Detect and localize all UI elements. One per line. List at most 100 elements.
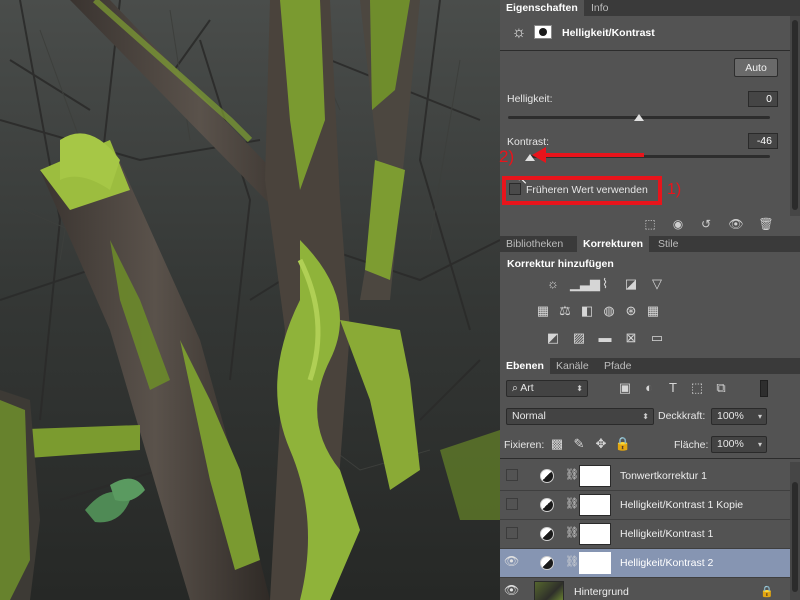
tab-eigenschaften[interactable]: Eigenschaften	[500, 0, 584, 16]
color-balance-icon[interactable]: ⚖	[556, 302, 574, 320]
layer-name[interactable]: Helligkeit/Kontrast 2	[620, 557, 713, 569]
brightness-input[interactable]: 0	[748, 91, 778, 107]
tab-stile[interactable]: Stile	[652, 236, 684, 252]
layers-tabbar: Ebenen Kanäle Pfade	[500, 358, 800, 374]
link-icon[interactable]: ⛓	[565, 526, 579, 539]
tab-bibliotheken[interactable]: Bibliotheken	[500, 236, 569, 252]
layer-mask-thumbnail[interactable]	[579, 465, 611, 487]
clip-to-layer-icon[interactable]: ⬚	[640, 214, 660, 234]
lock-transparent-icon[interactable]: ▩	[548, 435, 566, 453]
hue-saturation-icon[interactable]: ▦	[534, 302, 552, 320]
fill-label: Fläche:	[674, 439, 709, 451]
channel-mixer-icon[interactable]: ⊛	[622, 302, 640, 320]
vibrance-icon[interactable]: ▽	[648, 275, 666, 293]
dropdown-arrow-icon: ⬍	[576, 384, 583, 393]
layer-name[interactable]: Helligkeit/Kontrast 1	[620, 528, 713, 540]
visibility-toggle[interactable]	[506, 498, 518, 510]
lock-icon: 🔒	[760, 586, 774, 598]
layer-row[interactable]: ⛓ Tonwertkorrektur 1	[500, 462, 790, 491]
eye-icon[interactable]: 👁	[504, 554, 519, 568]
filter-smart-object-icon[interactable]: ⧉	[712, 379, 730, 397]
layer-row[interactable]: ⛓ Helligkeit/Kontrast 1 Kopie	[500, 491, 790, 520]
properties-scrollbar[interactable]	[790, 16, 800, 216]
filter-toggle[interactable]	[760, 380, 768, 397]
link-icon[interactable]: ⛓	[565, 555, 579, 568]
visibility-toggle[interactable]	[506, 527, 518, 539]
background-thumbnail[interactable]	[534, 581, 564, 600]
threshold-icon[interactable]: ▬	[596, 329, 614, 347]
auto-button[interactable]: Auto	[734, 58, 778, 77]
dropdown-arrow-icon: ▾	[757, 412, 762, 421]
invert-icon[interactable]: ◩	[544, 329, 562, 347]
annotation-arrowhead	[532, 147, 546, 163]
layer-row-selected[interactable]: 👁 ⛓ Helligkeit/Kontrast 2	[500, 549, 790, 578]
eye-icon[interactable]: 👁	[504, 583, 519, 597]
layer-mask-thumbnail[interactable]	[579, 494, 611, 516]
contrast-input[interactable]: -46	[748, 133, 778, 149]
posterize-icon[interactable]: ▨	[570, 329, 588, 347]
filter-adjustment-icon[interactable]: ◐	[640, 379, 658, 397]
adjustments-tabbar: Bibliotheken Korrekturen Stile	[500, 236, 800, 252]
reset-icon[interactable]: ↺	[696, 214, 716, 234]
photo-filter-icon[interactable]: ◍	[600, 302, 618, 320]
trash-icon[interactable]: 🗑	[756, 214, 776, 234]
properties-scroll-thumb[interactable]	[792, 20, 798, 210]
adjustment-title: Helligkeit/Kontrast	[562, 27, 655, 39]
annotation-arrow	[544, 153, 644, 157]
visibility-toggle[interactable]	[506, 469, 518, 481]
document-canvas[interactable]	[0, 0, 500, 600]
selective-color-icon[interactable]: ⊠	[622, 329, 640, 347]
layer-filter-select[interactable]: ⌕ Art ⬍	[506, 380, 588, 397]
tab-kanaele[interactable]: Kanäle	[550, 358, 595, 374]
gradient-map-icon[interactable]: ▭	[648, 329, 666, 347]
legacy-checkbox[interactable]	[509, 183, 521, 195]
adjustment-layer-icon	[540, 527, 554, 541]
tab-ebenen[interactable]: Ebenen	[500, 358, 550, 374]
layer-row[interactable]: 👁 Hintergrund 🔒	[500, 578, 790, 600]
black-white-icon[interactable]: ◧	[578, 302, 596, 320]
filter-pixel-icon[interactable]: ▣	[616, 379, 634, 397]
properties-toolbar: ⬚ ◉ ↺ 👁 🗑	[500, 214, 800, 234]
visibility-icon[interactable]: 👁	[726, 214, 746, 234]
brightness-label: Helligkeit:	[507, 93, 553, 105]
annotation-1: 1)	[667, 181, 682, 198]
brightness-slider-thumb[interactable]	[634, 114, 644, 121]
tab-info[interactable]: Info	[585, 0, 615, 16]
layer-mask-thumbnail[interactable]	[579, 523, 611, 545]
layers-scroll-thumb[interactable]	[792, 482, 798, 592]
tab-korrekturen[interactable]: Korrekturen	[577, 236, 650, 252]
layer-row[interactable]: ⛓ Helligkeit/Kontrast 1	[500, 520, 790, 549]
color-lookup-icon[interactable]: ▦	[644, 302, 662, 320]
filter-shape-icon[interactable]: ⬚	[688, 379, 706, 397]
layers-scrollbar[interactable]	[790, 462, 800, 600]
blend-mode-select[interactable]: Normal ⬍	[506, 408, 654, 425]
adjustment-layer-icon	[540, 498, 554, 512]
lock-label: Fixieren:	[504, 439, 545, 451]
adjustments-heading: Korrektur hinzufügen	[507, 258, 614, 270]
opacity-input[interactable]: 100% ▾	[711, 408, 767, 425]
exposure-icon[interactable]: ◪	[622, 275, 640, 293]
adjustment-icons-row-3: ◩ ▨ ▬ ⊠ ▭	[544, 329, 684, 349]
dropdown-arrow-icon: ⬍	[642, 412, 649, 421]
lock-image-icon[interactable]: ✎	[570, 435, 588, 453]
link-icon[interactable]: ⛓	[565, 497, 579, 510]
mask-icon[interactable]	[534, 25, 552, 39]
link-icon[interactable]: ⛓	[565, 468, 579, 481]
curves-icon[interactable]: ⌇	[596, 275, 614, 293]
fill-input[interactable]: 100% ▾	[711, 436, 767, 453]
opacity-label: Deckkraft:	[658, 410, 706, 422]
layer-list: ⛓ Tonwertkorrektur 1 ⛓ Helligkeit/Kontra…	[500, 462, 790, 600]
tab-pfade[interactable]: Pfade	[598, 358, 637, 374]
brightness-icon[interactable]: ☼	[544, 275, 562, 293]
panels-dock: Eigenschaften Info ☼ Helligkeit/Kontrast…	[499, 0, 800, 600]
legacy-checkbox-label[interactable]: Früheren Wert verwenden	[526, 184, 648, 196]
lock-position-icon[interactable]: ✥	[592, 435, 610, 453]
layer-name[interactable]: Hintergrund	[574, 586, 629, 598]
layer-mask-thumbnail[interactable]	[579, 552, 611, 574]
view-previous-icon[interactable]: ◉	[668, 214, 688, 234]
layer-name[interactable]: Tonwertkorrektur 1	[620, 470, 707, 482]
layer-name[interactable]: Helligkeit/Kontrast 1 Kopie	[620, 499, 743, 511]
lock-all-icon[interactable]: 🔒	[614, 435, 632, 453]
levels-icon[interactable]: ▁▃▆	[570, 275, 600, 293]
filter-type-icon[interactable]: T	[664, 379, 682, 397]
